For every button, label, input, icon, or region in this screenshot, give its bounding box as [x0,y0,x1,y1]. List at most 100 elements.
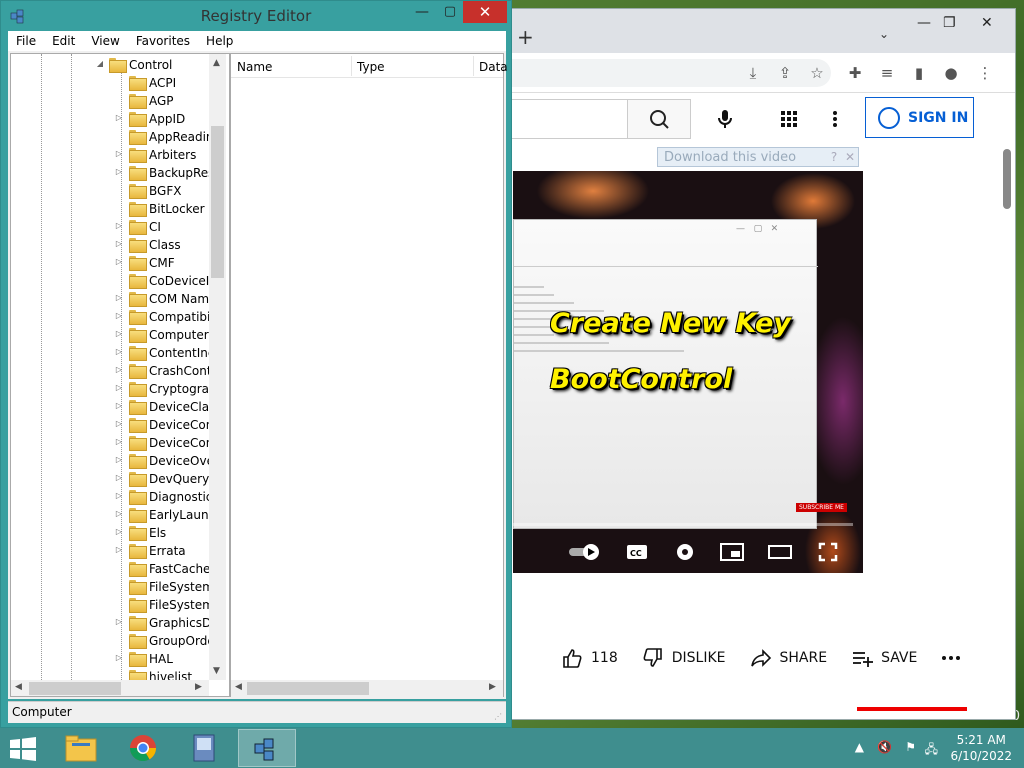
expand-arrow-icon[interactable]: ▷ [114,257,124,266]
expand-arrow-icon[interactable]: ▷ [114,491,124,500]
download-video-label[interactable]: Download this video [658,150,826,165]
menu-help[interactable]: Help [198,31,241,51]
tree-item[interactable]: ▷ DeviceClas [11,398,209,416]
tree-item[interactable]: AGP [11,92,209,110]
chrome-window[interactable]: + ⌄ — ❐ ✕ ⤓ ⇪ ☆ ✚ ≡ ▮ ● ⋮ SIGN IN Downlo… [500,8,1016,720]
taskbar-chrome[interactable] [114,729,172,767]
expand-arrow-icon[interactable]: ▷ [114,149,124,158]
tree-item[interactable]: ▷ COM Nam [11,290,209,308]
like-button[interactable]: 118 [561,647,618,669]
minimize-icon[interactable]: — [917,15,931,31]
expand-arrow-icon[interactable]: ▷ [114,653,124,662]
tree-item[interactable]: ▷ Diagnostic [11,488,209,506]
save-button[interactable]: SAVE [851,647,917,669]
tree-item[interactable]: ▷ BackupRes [11,164,209,182]
menu-file[interactable]: File [8,31,44,51]
maximize-icon[interactable]: ❐ [943,15,956,31]
expand-arrow-icon[interactable]: ▷ [114,347,124,356]
share-button[interactable]: SHARE [750,647,827,669]
expand-arrow-icon[interactable]: ▷ [114,221,124,230]
search-button[interactable] [627,99,691,139]
tree-item[interactable]: ▷ Compatibi [11,308,209,326]
tree-item[interactable]: BGFX [11,182,209,200]
tree-item[interactable]: ▷ DeviceCon [11,416,209,434]
dislike-button[interactable]: DISLIKE [642,647,726,669]
tree-item[interactable]: ▷ DevQuery [11,470,209,488]
tree-horizontal-scrollbar[interactable]: ◀ ▶ [11,680,209,696]
column-data-header[interactable]: Data [479,60,508,74]
menu-favorites[interactable]: Favorites [128,31,198,51]
install-icon[interactable]: ⤓ [743,63,763,83]
values-list-pane[interactable]: Name Type Data ◀ ▶ [230,53,508,697]
list-hscroll-thumb[interactable] [247,682,369,695]
volume-muted-icon[interactable]: 🔇 [877,740,892,754]
taskbar-media-app[interactable] [176,729,234,767]
chrome-menu-icon[interactable]: ⋮ [975,63,995,83]
video-player[interactable]: — ▢ ✕ Create New Key BootControl SUBSCRI… [513,171,863,573]
registry-editor-window[interactable]: Registry Editor — ▢ ✕ File Edit View Fav… [0,0,512,728]
taskbar-registry-editor[interactable] [238,729,296,767]
apps-grid-icon[interactable] [777,107,801,131]
expand-arrow-icon[interactable]: ▷ [114,473,124,482]
page-scrollbar[interactable] [1003,149,1011,209]
collapse-arrow-icon[interactable]: ◢ [95,59,105,68]
tree-item[interactable]: ▷ CrashCont [11,362,209,380]
tree-item[interactable]: CoDeviceIr [11,272,209,290]
expand-arrow-icon[interactable]: ▷ [114,329,124,338]
tree-item[interactable]: FastCache [11,560,209,578]
column-type-header[interactable]: Type [357,60,385,74]
sign-in-button[interactable]: SIGN IN [865,97,974,138]
captions-icon[interactable]: CC [625,541,649,563]
tree-item[interactable]: ▷ Els [11,524,209,542]
tree-item[interactable]: BitLocker [11,200,209,218]
expand-arrow-icon[interactable]: ▷ [114,419,124,428]
expand-arrow-icon[interactable]: ▷ [114,509,124,518]
download-close-icon[interactable]: ✕ [842,150,858,164]
media-queue-icon[interactable]: ≡ [877,63,897,83]
new-tab-button[interactable]: + [517,25,534,49]
scroll-right-arrow-icon[interactable]: ▶ [195,682,202,692]
start-button[interactable] [8,736,38,762]
bookmark-star-icon[interactable]: ☆ [807,63,827,83]
download-video-bar[interactable]: Download this video ? ✕ [657,147,859,167]
network-icon[interactable]: 🖧 [925,740,938,761]
more-actions-icon[interactable] [941,655,961,661]
subscribe-button-edge[interactable] [857,707,967,711]
close-icon[interactable]: ✕ [463,1,507,23]
show-hidden-icons-icon[interactable]: ▲ [855,740,864,754]
scroll-up-arrow-icon[interactable]: ▲ [213,58,220,68]
tree-item[interactable]: GroupOrde [11,632,209,650]
tree-item-control[interactable]: ◢ Control [11,56,209,74]
fullscreen-icon[interactable] [817,541,839,563]
menu-edit[interactable]: Edit [44,31,83,51]
expand-arrow-icon[interactable]: ▷ [114,311,124,320]
tree-item[interactable]: ACPI [11,74,209,92]
action-center-icon[interactable]: ⚑ [905,740,916,754]
expand-arrow-icon[interactable]: ▷ [114,401,124,410]
expand-arrow-icon[interactable]: ▷ [114,239,124,248]
autoplay-toggle[interactable] [567,541,603,563]
tree-item[interactable]: FileSystem [11,596,209,614]
scroll-left-arrow-icon[interactable]: ◀ [15,682,22,692]
expand-arrow-icon[interactable]: ▷ [114,365,124,374]
search-input[interactable] [501,99,627,139]
tree-item[interactable]: ▷ EarlyLaunc [11,506,209,524]
theater-mode-icon[interactable] [767,541,793,563]
tree-item[interactable]: ▷ Arbiters [11,146,209,164]
expand-arrow-icon[interactable]: ▷ [114,545,124,554]
scroll-down-arrow-icon[interactable]: ▼ [213,666,220,676]
tree-scroll-thumb[interactable] [211,126,224,278]
expand-arrow-icon[interactable]: ▷ [114,167,124,176]
minimize-icon[interactable]: — [407,1,437,23]
microphone-icon[interactable] [713,107,737,131]
tree-item[interactable]: ▷ ContentInc [11,344,209,362]
tree-item[interactable]: ▷ DeviceCon [11,434,209,452]
taskbar-file-explorer[interactable] [52,729,110,767]
expand-arrow-icon[interactable]: ▷ [114,455,124,464]
tab-search-button[interactable]: ⌄ [879,27,889,41]
expand-arrow-icon[interactable]: ▷ [114,617,124,626]
tree-item[interactable]: ▷ AppID [11,110,209,128]
key-tree-pane[interactable]: ◢ Control ACPI AGP ▷ AppID AppReadin ▷ Arbiter… [10,53,230,697]
column-name-header[interactable]: Name [237,60,272,74]
expand-arrow-icon[interactable]: ▷ [114,527,124,536]
